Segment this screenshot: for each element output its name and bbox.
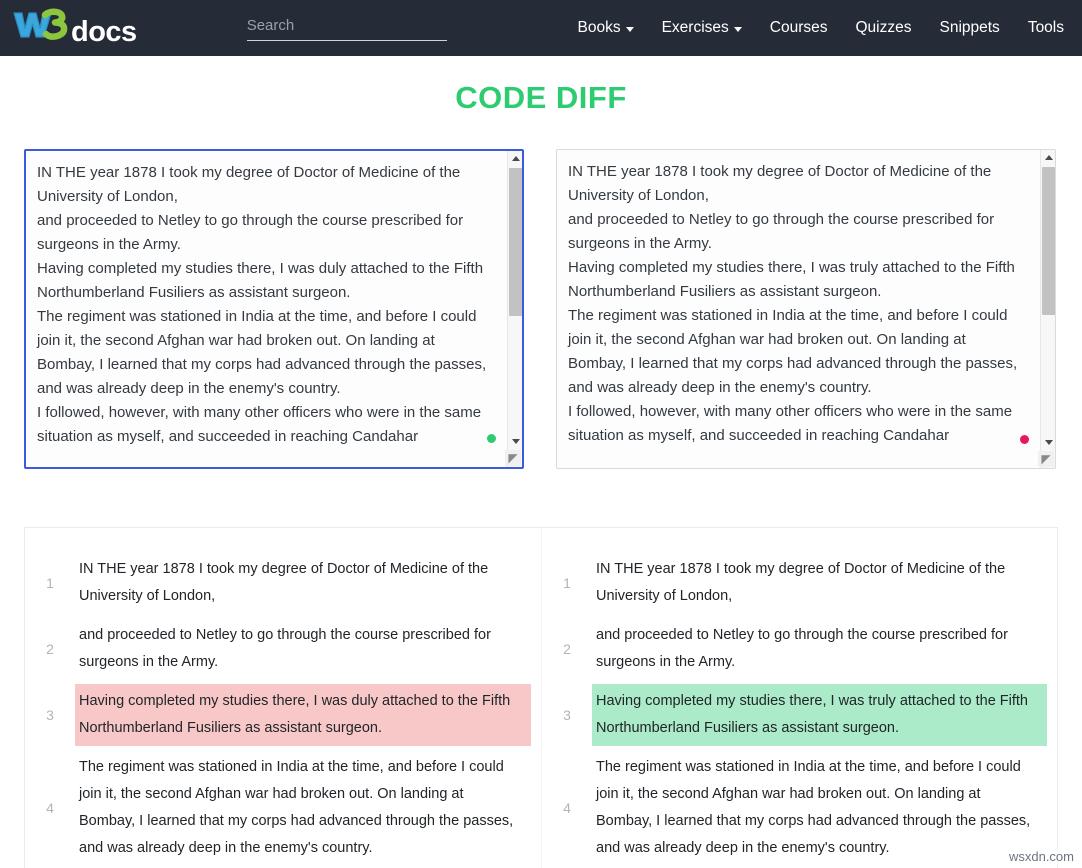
diff-line-number: 4 [46, 800, 54, 816]
nav-link-quizzes[interactable]: Quizzes [855, 19, 911, 37]
scrollbar-thumb[interactable] [509, 168, 522, 316]
page-title: CODE DIFF [455, 80, 627, 115]
diff-line-number: 3 [563, 707, 571, 723]
diff-row: 2 and proceeded to Netley to go through t… [25, 616, 541, 682]
diff-row: 3 Having completed my studies there, I wa… [542, 682, 1057, 748]
scrollbar-thumb[interactable] [1042, 167, 1055, 315]
diff-row: 4 The regiment was stationed in India at … [25, 748, 541, 868]
diff-line-text: IN THE year 1878 I took my degree of Doc… [79, 561, 493, 604]
scroll-up-arrow-icon[interactable] [508, 151, 522, 166]
left-input-text: IN THE year 1878 I took my degree of Doc… [37, 164, 487, 445]
diff-line-text: The regiment was stationed in India at t… [596, 759, 1035, 856]
chevron-down-icon [625, 26, 634, 32]
left-input-textarea[interactable]: IN THE year 1878 I took my degree of Doc… [24, 149, 524, 469]
logo-docs-text: docs [71, 16, 137, 48]
nav-link-courses[interactable]: Courses [770, 19, 828, 37]
diff-line-text: and proceeded to Netley to go through th… [79, 627, 495, 670]
nav-link-exercises[interactable]: Exercises [662, 19, 742, 37]
nav-label-exercises: Exercises [661, 19, 729, 36]
diff-line-number: 4 [563, 800, 571, 816]
diff-row: 3 Having completed my studies there, I wa… [25, 682, 541, 748]
chevron-down-icon [733, 26, 742, 32]
diff-line-text: Having completed my studies there, I was… [592, 684, 1047, 746]
right-input-text: IN THE year 1878 I took my degree of Doc… [568, 163, 1018, 444]
search-container [246, 15, 447, 41]
nav-link-snippets[interactable]: Snippets [939, 19, 999, 37]
site-logo[interactable]: docs [12, 7, 137, 49]
nav-label-books: Books [577, 19, 621, 36]
top-navbar: docs Books Exercises Courses Quizzes Sni… [0, 0, 1082, 56]
nav-link-tools[interactable]: Tools [1028, 19, 1064, 37]
scroll-down-arrow-icon[interactable] [508, 434, 522, 449]
diff-line-text: The regiment was stationed in India at t… [79, 759, 518, 856]
diff-output-panel: 1 IN THE year 1878 I took my degree of Do… [24, 527, 1058, 868]
diff-column-right: 1 IN THE year 1878 I took my degree of Do… [541, 528, 1057, 868]
resize-handle-icon[interactable]: ◥ [505, 450, 521, 466]
nav-link-books[interactable]: Books [577, 19, 634, 37]
diff-line-text: and proceeded to Netley to go through th… [596, 627, 1012, 670]
diff-line-number: 2 [563, 641, 571, 657]
diff-row: 2 and proceeded to Netley to go through t… [542, 616, 1057, 682]
diff-line-number: 2 [46, 641, 54, 657]
left-textarea-scrollbar[interactable] [507, 151, 522, 467]
editors-row: IN THE year 1878 I took my degree of Doc… [0, 149, 1082, 469]
search-input[interactable] [246, 15, 447, 41]
right-status-dot [1020, 435, 1029, 444]
diff-row: 1 IN THE year 1878 I took my degree of Do… [542, 550, 1057, 616]
diff-line-number: 3 [46, 707, 54, 723]
left-status-dot [487, 434, 496, 443]
scroll-up-arrow-icon[interactable] [1041, 150, 1055, 165]
diff-line-text: IN THE year 1878 I took my degree of Doc… [596, 561, 1010, 604]
primary-nav: Books Exercises Courses Quizzes Snippets… [577, 19, 1068, 37]
diff-column-left: 1 IN THE year 1878 I took my degree of Do… [25, 528, 541, 868]
diff-line-text: Having completed my studies there, I was… [75, 684, 531, 746]
resize-handle-icon[interactable]: ◥ [1038, 451, 1054, 467]
scroll-down-arrow-icon[interactable] [1041, 435, 1055, 450]
diff-row: 1 IN THE year 1878 I took my degree of Do… [25, 550, 541, 616]
diff-line-number: 1 [46, 575, 54, 591]
right-input-textarea[interactable]: IN THE year 1878 I took my degree of Doc… [556, 149, 1056, 469]
diff-line-number: 1 [563, 575, 571, 591]
diff-row: 4 The regiment was stationed in India at … [542, 748, 1057, 868]
w3-mark-icon [12, 7, 70, 41]
right-textarea-scrollbar[interactable] [1040, 150, 1055, 468]
